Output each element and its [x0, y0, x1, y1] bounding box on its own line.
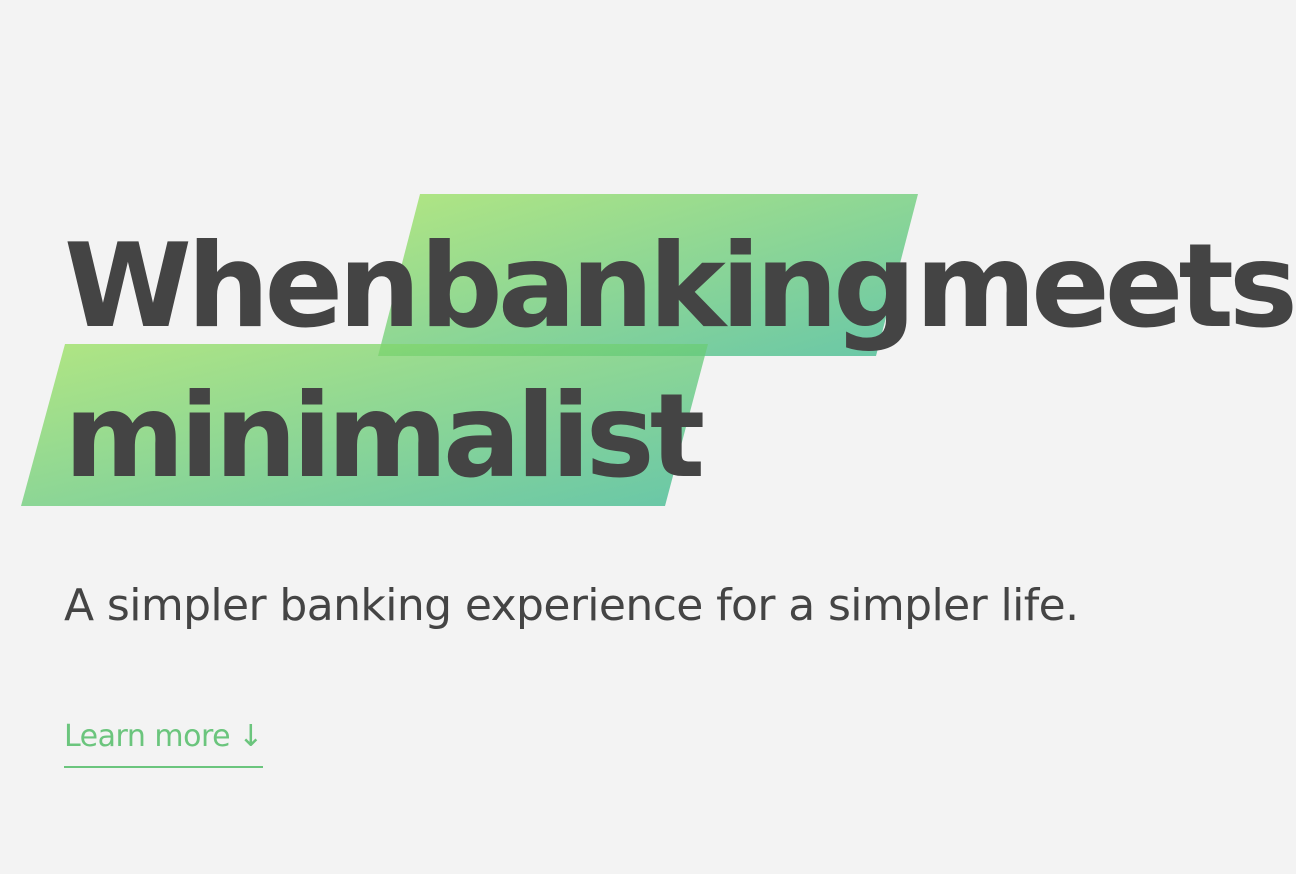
arrow-down-icon: ↓	[238, 719, 263, 754]
learn-more-label: Learn more	[64, 719, 231, 754]
hero-title-line-1: Whenbankingmeets	[64, 212, 1296, 362]
hero-title-word-banking: banking	[419, 219, 916, 354]
hero-title-word-minimalist: minimalist	[64, 369, 705, 504]
hero-title: Whenbankingmeets minimalist	[64, 212, 1296, 512]
hero-title-word-when: When	[64, 219, 421, 354]
hero-title-word-meets: meets	[915, 219, 1296, 354]
hero-title-line-2: minimalist	[64, 362, 1293, 512]
hero-subtitle: A simpler banking experience for a simpl…	[64, 580, 1079, 631]
learn-more-link[interactable]: Learn more ↓	[64, 716, 263, 768]
